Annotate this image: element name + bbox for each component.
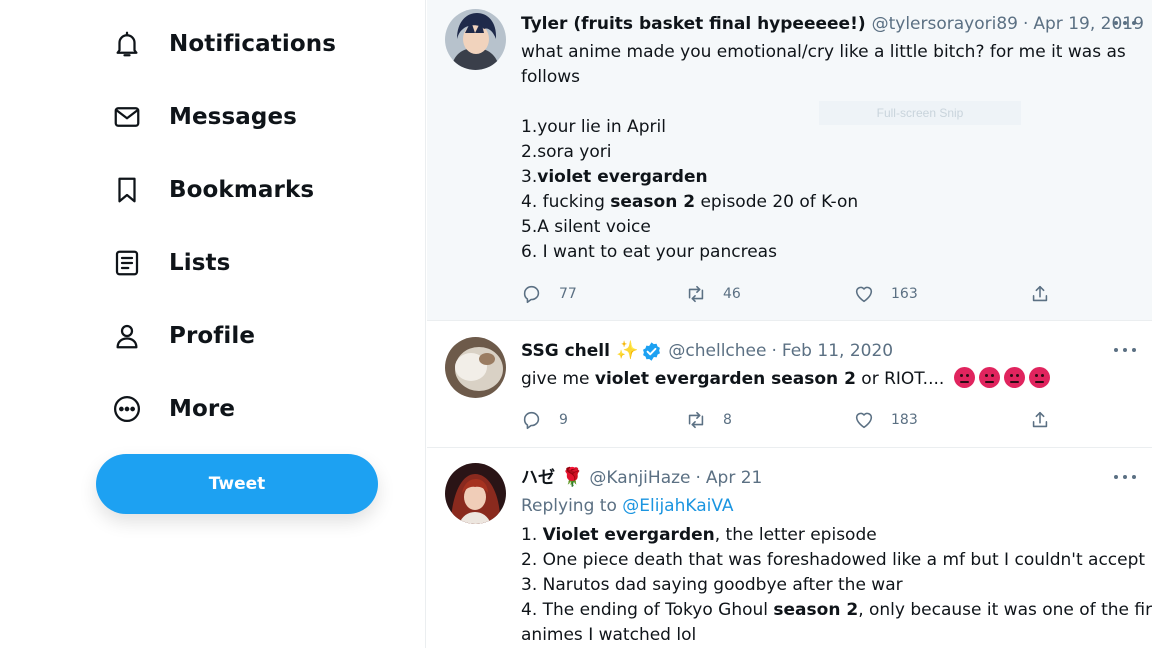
retweet-icon [688, 411, 704, 429]
heart-icon [855, 412, 873, 429]
tweet-line: give me violet evergarden season 2 or RI… [521, 367, 1138, 392]
reply-icon [523, 285, 540, 304]
reply-button[interactable]: 77 [521, 280, 577, 308]
tweet-date[interactable]: Apr 21 [706, 466, 762, 490]
angry-face-emoji [978, 367, 1000, 388]
tweet-line: 2.sora yori [521, 142, 612, 162]
verified-badge-icon [643, 341, 661, 361]
tweet-body: ハゼ 🌹 @KanjiHaze · Apr 21 Replying to @El… [521, 466, 1152, 648]
snip-overlay-label: Full-screen Snip [819, 101, 1021, 125]
tweet-header: ハゼ 🌹 @KanjiHaze · Apr 21 [521, 466, 1138, 490]
retweet-button[interactable]: 8 [685, 406, 732, 434]
retweet-count: 8 [723, 412, 732, 428]
heart-icon [855, 286, 873, 303]
more-options-icon[interactable] [1114, 16, 1136, 30]
search-results-feed: Tyler (fruits basket final hypeeeee!) @t… [427, 0, 1152, 648]
more-options-icon[interactable] [1114, 470, 1136, 484]
envelope-icon [104, 94, 150, 140]
sidebar-item-label: Lists [169, 250, 231, 276]
tweet-line: 3. Narutos dad saying goodbye after the … [521, 575, 903, 595]
tweet-card[interactable]: SSG chell ✨ @chellchee · Feb 11, 2020 gi… [427, 321, 1152, 448]
share-icon [1032, 411, 1048, 428]
tweet-actions: 77 46 163 [521, 280, 1061, 308]
share-button[interactable] [1029, 406, 1051, 434]
replying-to-handle-link[interactable]: @ElijahKaiVA [622, 496, 733, 516]
tweet-text: 1. Violet evergarden, the letter episode… [521, 523, 1152, 648]
tweet-line: 6. I want to eat your pancreas [521, 242, 777, 262]
like-count: 163 [891, 286, 918, 302]
reply-icon [523, 411, 540, 430]
tweet-date[interactable]: Feb 11, 2020 [782, 339, 893, 363]
like-button[interactable]: 163 [853, 280, 918, 308]
tweet-card[interactable]: Tyler (fruits basket final hypeeeee!) @t… [427, 0, 1152, 321]
separator-dot: · [771, 341, 777, 361]
tweet-line: 3.violet evergarden [521, 167, 708, 187]
tweet-line: what anime made you emotional/cry like a… [521, 42, 1126, 62]
tweet-body: SSG chell ✨ @chellchee · Feb 11, 2020 gi… [521, 339, 1138, 392]
avatar[interactable] [445, 337, 506, 398]
tweet-line: 5.A silent voice [521, 217, 651, 237]
separator-dot: · [695, 468, 701, 488]
tweet-line: animes I watched lol [521, 625, 697, 645]
bookmark-icon [104, 167, 150, 213]
tweet-header: Tyler (fruits basket final hypeeeee!) @t… [521, 12, 1144, 36]
reply-button[interactable]: 9 [521, 406, 568, 434]
retweet-count: 46 [723, 286, 741, 302]
more-options-icon[interactable] [1114, 343, 1136, 357]
sparkles-emoji: ✨ [615, 340, 639, 361]
tweet-line: 4. fucking season 2 episode 20 of K-on [521, 192, 859, 212]
avatar[interactable] [445, 463, 506, 524]
author-handle[interactable]: @chellchee [668, 339, 766, 363]
tweet-text: give me violet evergarden season 2 or RI… [521, 367, 1138, 392]
sidebar-item-profile[interactable]: Profile [104, 308, 255, 364]
sidebar-item-notifications[interactable]: Notifications [104, 16, 336, 72]
angry-face-emoji [953, 367, 975, 388]
sidebar-item-messages[interactable]: Messages [104, 89, 297, 145]
sidebar-item-label: More [169, 396, 236, 422]
angry-face-emoji [1003, 367, 1025, 388]
author-name[interactable]: ハゼ [521, 466, 555, 490]
rose-emoji: 🌹 [561, 467, 584, 488]
author-name[interactable]: Tyler (fruits basket final hypeeeee!) [521, 12, 866, 36]
tweet-line: 4. The ending of Tokyo Ghoul season 2, o… [521, 600, 1152, 620]
tweet-header: SSG chell ✨ @chellchee · Feb 11, 2020 [521, 339, 1138, 363]
reply-count: 9 [559, 412, 568, 428]
retweet-button[interactable]: 46 [685, 280, 741, 308]
like-button[interactable]: 183 [853, 406, 918, 434]
tweet-line: follows [521, 67, 580, 87]
list-icon [104, 240, 150, 286]
sidebar-item-label: Profile [169, 323, 256, 349]
author-name[interactable]: SSG chell [521, 339, 610, 363]
tweet-card[interactable]: ハゼ 🌹 @KanjiHaze · Apr 21 Replying to @El… [427, 448, 1152, 648]
share-icon [1032, 285, 1048, 302]
sidebar-item-lists[interactable]: Lists [104, 235, 230, 291]
bell-icon [104, 21, 150, 67]
author-handle[interactable]: @KanjiHaze [589, 466, 690, 490]
tweet-line: 1. Violet evergarden, the letter episode [521, 525, 877, 545]
tweet-line: 2. One piece death that was foreshadowed… [521, 550, 1146, 570]
left-sidebar: Notifications Messages Bookmarks Lists P… [0, 0, 426, 648]
like-count: 183 [891, 412, 918, 428]
sidebar-item-more[interactable]: More [104, 381, 235, 437]
sidebar-item-bookmarks[interactable]: Bookmarks [104, 162, 314, 218]
share-button[interactable] [1029, 280, 1051, 308]
avatar[interactable] [445, 9, 506, 70]
separator-dot: · [1022, 14, 1029, 34]
sidebar-item-label: Notifications [169, 31, 337, 57]
replying-to: Replying to @ElijahKaiVA [521, 496, 734, 516]
tweet-text: what anime made you emotional/cry like a… [521, 40, 1138, 265]
tweet-button[interactable]: Tweet [96, 454, 378, 514]
tweet-body: Tyler (fruits basket final hypeeeee!) @t… [521, 12, 1144, 265]
reply-count: 77 [559, 286, 577, 302]
sidebar-item-label: Bookmarks [169, 177, 315, 203]
person-icon [104, 313, 150, 359]
retweet-icon [688, 285, 704, 303]
sidebar-item-label: Messages [169, 104, 297, 130]
angry-face-emoji [1028, 367, 1050, 388]
tweet-actions: 9 8 183 [521, 406, 1061, 434]
author-handle[interactable]: @tylersorayori89 [872, 12, 1018, 36]
more-circle-icon [104, 386, 150, 432]
